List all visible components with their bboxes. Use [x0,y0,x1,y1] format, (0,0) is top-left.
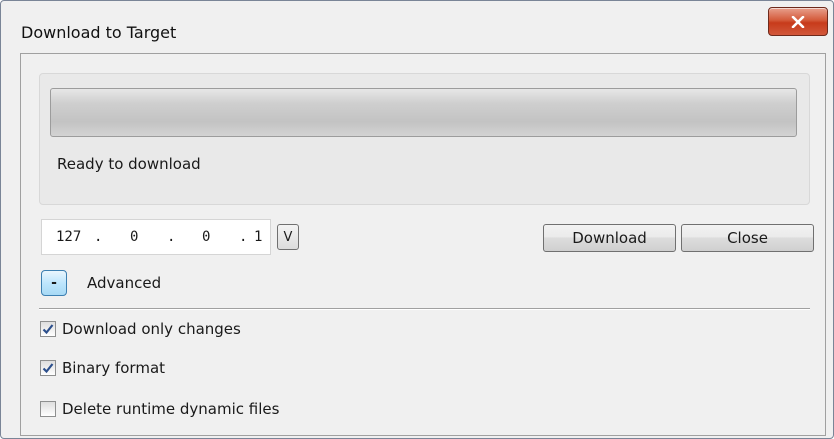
close-button[interactable]: Close [681,224,814,252]
ip-address-input[interactable]: 127 . 0 . 0 . 1 [41,219,271,255]
ip-octet-1[interactable]: 127 [56,229,81,245]
advanced-label: Advanced [87,274,162,292]
checkbox[interactable] [40,360,56,376]
close-icon [791,15,805,28]
ip-octet-4[interactable]: 1 [254,229,262,245]
ip-separator: . [94,229,103,245]
download-progress-bar [50,88,797,137]
ip-octet-3[interactable]: 0 [202,229,210,245]
checkmark-icon [42,324,54,335]
checkbox[interactable] [40,401,56,417]
option-binary-format[interactable]: Binary format [40,358,165,378]
v-button[interactable]: V [277,224,299,250]
option-label: Download only changes [62,320,241,338]
window-title: Download to Target [21,23,177,42]
ip-separator: . [239,229,248,245]
ip-separator: . [167,229,176,245]
option-label: Binary format [62,359,166,377]
ip-octet-2[interactable]: 0 [130,229,138,245]
window-close-button[interactable] [768,7,828,36]
advanced-toggle-button[interactable]: - [41,270,67,296]
option-delete-runtime-dynamic-files[interactable]: Delete runtime dynamic files [40,399,279,419]
title-bar[interactable]: Download to Target [2,2,832,50]
checkmark-icon [42,363,54,374]
option-label: Delete runtime dynamic files [62,400,280,418]
status-panel: Ready to download [39,73,810,205]
dialog-body: Ready to download 127 . 0 . 0 . 1 V Down… [20,53,826,436]
download-dialog: Download to Target Ready to download 127… [0,0,834,439]
separator [39,308,810,310]
download-button[interactable]: Download [543,224,676,252]
checkbox[interactable] [40,321,56,337]
option-download-only-changes[interactable]: Download only changes [40,319,241,339]
status-text: Ready to download [57,155,201,173]
